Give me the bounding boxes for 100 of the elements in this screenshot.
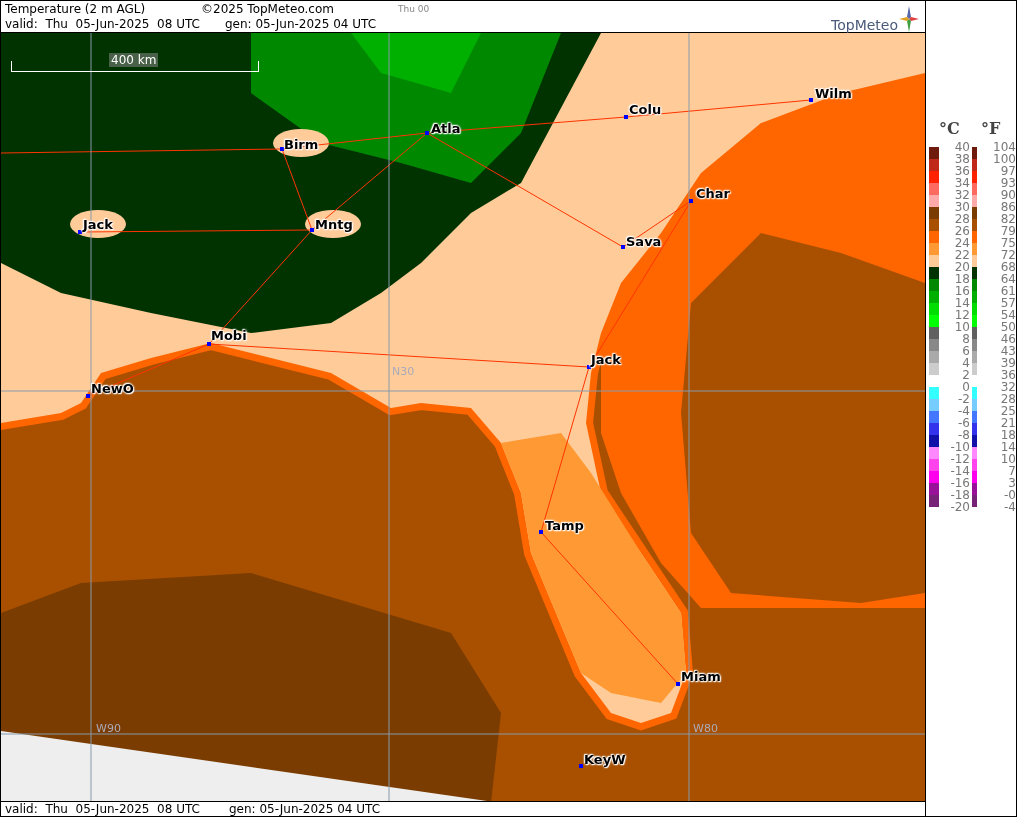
city-marker-icon bbox=[689, 199, 693, 203]
city-marker-icon bbox=[207, 342, 211, 346]
city-marker-icon bbox=[621, 245, 625, 249]
city-label: Birm bbox=[284, 137, 319, 152]
city-label: Mobi bbox=[211, 328, 247, 343]
grid-label: N30 bbox=[392, 365, 415, 378]
celsius-label: 28 bbox=[953, 213, 970, 225]
fahrenheit-label: 28 bbox=[999, 393, 1016, 405]
celsius-label: 24 bbox=[953, 237, 970, 249]
city-marker-icon bbox=[280, 147, 284, 151]
fahrenheit-label: 72 bbox=[999, 249, 1016, 261]
city-marker-icon bbox=[676, 682, 680, 686]
celsius-label: -4 bbox=[957, 405, 970, 417]
fahrenheit-label: 61 bbox=[999, 285, 1016, 297]
celsius-label: 0 bbox=[961, 381, 970, 393]
fahrenheit-label: 64 bbox=[999, 273, 1016, 285]
city-label: Wilm bbox=[815, 86, 852, 101]
celsius-label: -16 bbox=[949, 477, 970, 489]
fahrenheit-label: 32 bbox=[999, 381, 1016, 393]
scale-label: 400 km bbox=[109, 53, 159, 67]
generated-time: gen: 05-Jun-2025 04 UTC bbox=[225, 16, 377, 31]
fahrenheit-label: 21 bbox=[999, 417, 1016, 429]
city-marker-icon bbox=[78, 230, 82, 234]
celsius-label: -10 bbox=[949, 441, 970, 453]
fahrenheit-label: 100 bbox=[992, 153, 1016, 165]
celsius-label: 34 bbox=[953, 177, 970, 189]
fahrenheit-label: 93 bbox=[999, 177, 1016, 189]
copyright-text: ©2025 TopMeteo.com bbox=[201, 1, 335, 16]
fahrenheit-label: 82 bbox=[999, 213, 1016, 225]
fahrenheit-label: 75 bbox=[999, 237, 1016, 249]
city-label: Colu bbox=[629, 102, 662, 117]
unit-label: °C bbox=[939, 119, 961, 140]
fahrenheit-label: 57 bbox=[999, 297, 1016, 309]
fahrenheit-label: 79 bbox=[999, 225, 1016, 237]
city-label: Miam bbox=[681, 669, 721, 684]
city-marker-icon bbox=[579, 764, 583, 768]
celsius-label: -20 bbox=[949, 501, 970, 513]
fahrenheit-label: 68 bbox=[999, 261, 1016, 273]
city-label: KeyW bbox=[584, 752, 626, 767]
fahrenheit-label: 43 bbox=[999, 345, 1016, 357]
celsius-label: 22 bbox=[953, 249, 970, 261]
city-label: Jack bbox=[83, 217, 113, 232]
celsius-label: 8 bbox=[961, 333, 970, 345]
celsius-label: 18 bbox=[953, 273, 970, 285]
celsius-label: 20 bbox=[953, 261, 970, 273]
celsius-label: -18 bbox=[949, 489, 970, 501]
valid-time: valid: Thu 05-Jun-2025 08 UTC bbox=[4, 802, 201, 816]
fahrenheit-label: 25 bbox=[999, 405, 1016, 417]
celsius-label: 2 bbox=[961, 369, 970, 381]
celsius-label: 16 bbox=[953, 285, 970, 297]
fahrenheit-label: 7 bbox=[1007, 465, 1016, 477]
city-label: NewO bbox=[91, 381, 134, 396]
fahrenheit-label: -0 bbox=[1003, 489, 1016, 501]
fahrenheit-label: -4 bbox=[1003, 501, 1016, 513]
city-marker-icon bbox=[310, 228, 314, 232]
celsius-label: 32 bbox=[953, 189, 970, 201]
celsius-label: 12 bbox=[953, 309, 970, 321]
fahrenheit-label: 10 bbox=[999, 453, 1016, 465]
city-label: Tamp bbox=[545, 518, 584, 533]
run-label: Thu 00 bbox=[398, 3, 430, 14]
city-marker-icon bbox=[539, 530, 543, 534]
celsius-label: -6 bbox=[957, 417, 970, 429]
city-marker-icon bbox=[86, 394, 90, 398]
city-marker-icon bbox=[809, 98, 813, 102]
fahrenheit-label: 86 bbox=[999, 201, 1016, 213]
celsius-label: -2 bbox=[957, 393, 970, 405]
fahrenheit-label: 36 bbox=[999, 369, 1016, 381]
celsius-label: -14 bbox=[949, 465, 970, 477]
fahrenheit-label: 50 bbox=[999, 321, 1016, 333]
fahrenheit-label: 14 bbox=[999, 441, 1016, 453]
map-title: Temperature (2 m AGL) bbox=[4, 1, 147, 16]
celsius-label: 6 bbox=[961, 345, 970, 357]
celsius-label: 36 bbox=[953, 165, 970, 177]
valid-time: valid: Thu 05-Jun-2025 08 UTC bbox=[4, 16, 201, 31]
fahrenheit-label: 54 bbox=[999, 309, 1016, 321]
celsius-label: 38 bbox=[953, 153, 970, 165]
generated-time: gen: 05-Jun-2025 04 UTC bbox=[229, 802, 381, 816]
grid-label: W80 bbox=[693, 722, 718, 735]
fahrenheit-label: 90 bbox=[999, 189, 1016, 201]
fahrenheit-label: 104 bbox=[992, 141, 1016, 153]
logo-text: TopMeteo bbox=[831, 16, 898, 32]
fahrenheit-label: 39 bbox=[999, 357, 1016, 369]
fahrenheit-label: 3 bbox=[1007, 477, 1016, 489]
city-marker-icon bbox=[425, 131, 429, 135]
city-label: Char bbox=[696, 186, 730, 201]
celsius-label: 26 bbox=[953, 225, 970, 237]
city-label: Mntg bbox=[315, 217, 353, 232]
celsius-label: 14 bbox=[953, 297, 970, 309]
city-marker-icon bbox=[624, 115, 628, 119]
fahrenheit-label: 46 bbox=[999, 333, 1016, 345]
celsius-label: -12 bbox=[949, 453, 970, 465]
celsius-label: 30 bbox=[953, 201, 970, 213]
celsius-label: 10 bbox=[953, 321, 970, 333]
celsius-label: 40 bbox=[953, 141, 970, 153]
compass-star-icon bbox=[899, 6, 919, 32]
unit-label: °F bbox=[981, 119, 1001, 140]
fahrenheit-label: 97 bbox=[999, 165, 1016, 177]
grid-label: W90 bbox=[96, 722, 121, 735]
celsius-label: 4 bbox=[961, 357, 970, 369]
city-marker-icon bbox=[587, 365, 591, 369]
